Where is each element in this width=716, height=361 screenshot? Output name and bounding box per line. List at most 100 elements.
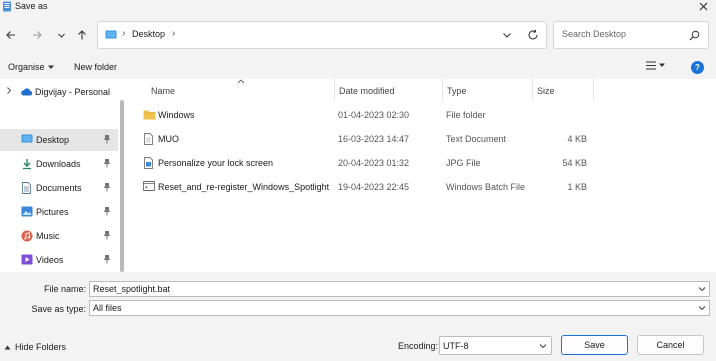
text-file-icon [143,133,154,145]
back-button[interactable] [3,27,19,43]
file-date: 01-04-2023 02:30 [338,110,410,120]
column-divider[interactable] [334,79,335,101]
file-name: Reset_and_re-register_Windows_Spotlight [158,182,330,192]
column-divider[interactable] [532,79,533,101]
save-options-panel: File name: Save as type: All files Hide … [0,272,716,361]
save-as-type-label: Save as type: [31,304,86,314]
hide-folders-label: Hide Folders [15,342,67,352]
caret-down-icon [659,63,665,68]
pin-icon [103,230,111,240]
address-bar[interactable]: › Desktop › [97,21,547,49]
search-input[interactable] [562,29,682,39]
encoding-select[interactable]: UTF-8 [439,336,552,355]
file-size: 1 KB [567,182,587,192]
sidebar-item-onedrive[interactable]: Digvijay - Personal [0,83,118,101]
file-date: 16-03-2023 14:47 [338,134,410,144]
desktop-icon [105,30,117,40]
desktop-icon [21,134,33,144]
column-divider[interactable] [593,79,594,101]
search-box[interactable] [553,21,709,49]
navigation-bar: › Desktop › [0,17,716,53]
close-button[interactable] [696,0,710,13]
sidebar-item-label: Downloads [36,159,81,169]
cloud-icon [20,87,33,96]
column-header-date[interactable]: Date modified [339,86,395,96]
cancel-button[interactable]: Cancel [637,335,704,355]
document-icon [21,182,32,194]
title-bar: Save as [0,0,716,14]
encoding-label: Encoding: [398,341,439,351]
chevron-down-icon [698,305,706,311]
file-list: Name Date modified Type Size Windows 01-… [127,79,716,272]
save-as-type-select[interactable]: All files [89,300,710,316]
breadcrumb-desktop[interactable]: Desktop [132,29,165,39]
sidebar-item-label: Pictures [36,207,69,217]
download-icon [21,158,33,170]
caret-down-icon [47,65,54,70]
new-folder-button[interactable]: New folder [74,62,117,72]
file-row[interactable]: Windows 01-04-2023 02:30 File folder [141,104,711,126]
sidebar-item-downloads[interactable]: Downloads [0,153,118,175]
refresh-button[interactable] [527,29,539,41]
breadcrumb-separator[interactable]: › [172,28,175,39]
save-button[interactable]: Save [561,335,628,355]
sidebar-item-videos[interactable]: Videos [0,249,118,271]
folder-icon [143,109,156,120]
sidebar-item-label: Videos [36,255,64,265]
music-icon [21,230,33,242]
file-row[interactable]: Personalize your lock screen 20-04-2023 … [141,152,711,174]
arrow-right-icon [31,29,43,41]
file-name-combobox[interactable] [89,281,710,297]
view-options-button[interactable] [646,61,665,70]
file-name: Windows [158,110,195,120]
pin-icon [103,158,111,168]
sidebar-item-label: Desktop [36,135,70,145]
scrollbar-thumb[interactable] [120,100,124,272]
organise-button[interactable]: Organise [8,62,54,72]
file-name-input[interactable] [93,284,653,294]
navigation-scrollbar[interactable] [118,79,127,272]
hide-folders-button[interactable]: Hide Folders [4,342,66,352]
address-dropdown-button[interactable] [502,30,512,40]
file-type: Windows Batch File [446,182,526,192]
navigation-pane: Digvijay - Personal Desktop Downloads Do… [0,79,118,272]
help-button[interactable]: ? [691,61,704,74]
up-button[interactable] [74,27,90,43]
close-icon [699,2,708,11]
image-file-icon [143,157,154,169]
arrow-left-icon [5,29,17,41]
organise-label: Organise [8,62,45,72]
sidebar-item-music[interactable]: Music [0,225,118,247]
file-date: 20-04-2023 01:32 [338,158,410,168]
sidebar-item-documents[interactable]: Documents [0,177,118,199]
list-view-icon [646,61,656,70]
chevron-down-icon [502,30,512,40]
file-row[interactable]: MUO 16-03-2023 14:47 Text Document 4 KB [141,128,711,150]
videos-icon [21,254,33,265]
sidebar-item-label: Documents [36,183,82,193]
file-name: MUO [158,134,179,144]
file-row[interactable]: Reset_and_re-register_Windows_Spotlight … [141,176,711,198]
column-header-name[interactable]: Name [151,86,175,96]
chevron-down-icon [539,343,547,349]
column-header-type[interactable]: Type [447,86,467,96]
toolbar: Organise New folder ? [0,57,716,79]
recent-locations-button[interactable] [53,27,69,43]
pictures-icon [21,206,33,217]
batch-file-icon [143,181,155,192]
sidebar-item-desktop[interactable]: Desktop [0,129,118,151]
file-size: 4 KB [567,134,587,144]
file-type: JPG File [446,158,481,168]
pin-icon [103,206,111,216]
column-header-size[interactable]: Size [537,86,555,96]
save-file-icon [2,1,12,12]
column-headers: Name Date modified Type Size [127,79,716,101]
search-icon [689,30,700,41]
sidebar-item-label: Digvijay - Personal [35,87,111,97]
forward-button[interactable] [29,27,45,43]
chevron-down-icon[interactable] [698,286,706,292]
sidebar-item-pictures[interactable]: Pictures [0,201,118,223]
column-divider[interactable] [442,79,443,101]
window-title: Save as [15,1,48,11]
arrow-up-icon [76,29,88,41]
